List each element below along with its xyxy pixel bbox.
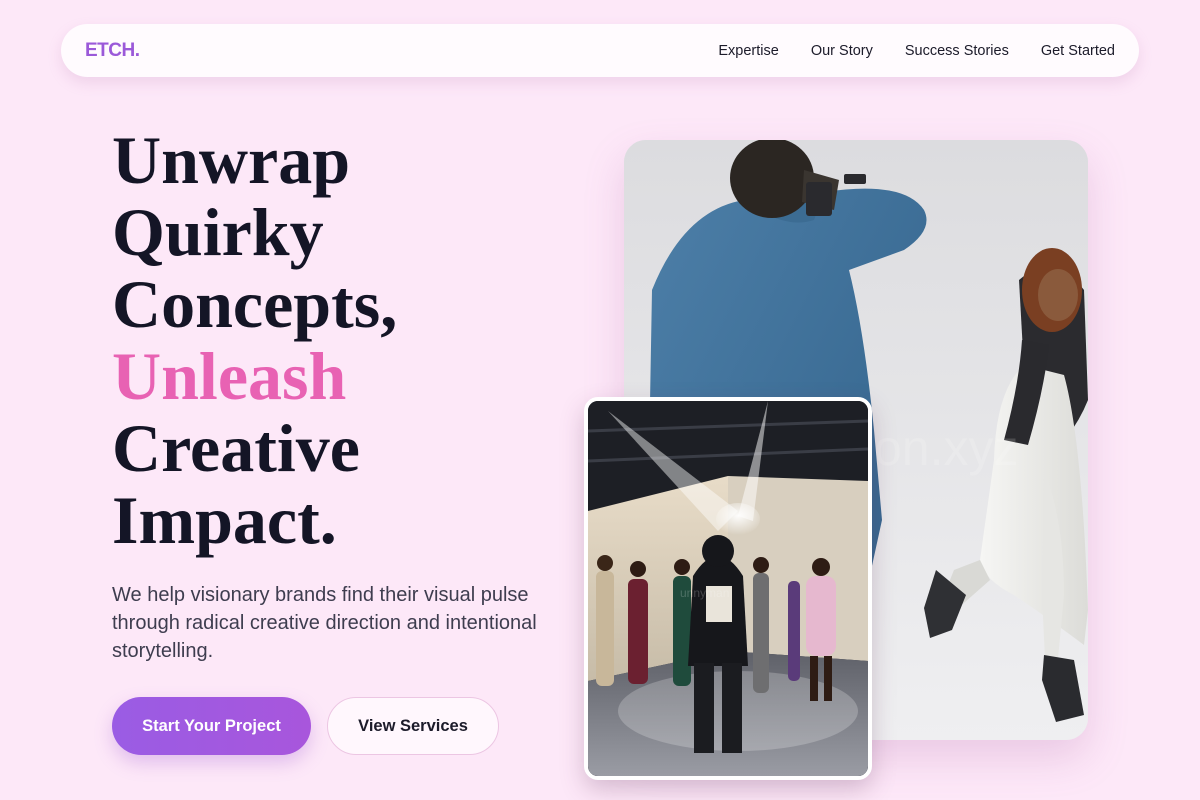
start-project-button[interactable]: Start Your Project bbox=[112, 697, 311, 755]
view-services-button[interactable]: View Services bbox=[327, 697, 499, 755]
fashion-show-illustration: unnyman bbox=[588, 401, 868, 776]
fashion-show-backstage-photo: unnyman bbox=[584, 397, 872, 780]
nav-link-expertise[interactable]: Expertise bbox=[718, 43, 778, 59]
nav-link-get-started[interactable]: Get Started bbox=[1041, 43, 1115, 59]
headline-line: Impact. bbox=[112, 482, 337, 558]
headline-line: Unwrap bbox=[112, 122, 351, 198]
hero-headline: Unwrap Quirky Concepts, Unleash Creative… bbox=[112, 124, 572, 556]
nav-link-our-story[interactable]: Our Story bbox=[811, 43, 873, 59]
headline-accent-word: Unleash bbox=[112, 338, 347, 414]
headline-line: Concepts, bbox=[112, 266, 398, 342]
hero-subtext: We help visionary brands find their visu… bbox=[112, 584, 537, 662]
nav-links: Expertise Our Story Success Stories Get … bbox=[718, 43, 1115, 59]
watermark-text-small: unnyman bbox=[680, 586, 729, 600]
nav-link-success-stories[interactable]: Success Stories bbox=[905, 43, 1009, 59]
watermark-text: on.xyz bbox=[874, 420, 1019, 476]
top-nav: ETCH. Expertise Our Story Success Storie… bbox=[61, 24, 1139, 77]
headline-line: Creative bbox=[112, 410, 360, 486]
brand-logo[interactable]: ETCH. bbox=[85, 40, 140, 62]
headline-line: Quirky bbox=[112, 194, 324, 270]
